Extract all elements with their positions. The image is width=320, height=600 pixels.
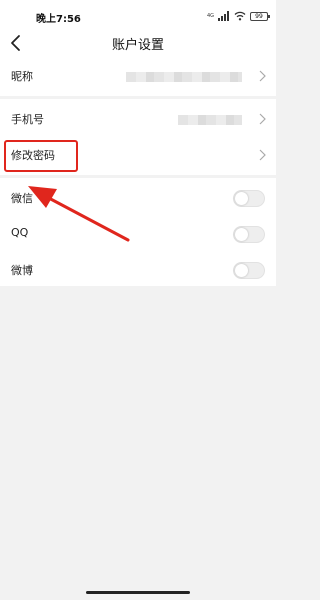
toggle-knob <box>235 192 248 205</box>
wechat-row: 微信 <box>0 178 276 218</box>
qq-label: QQ <box>11 226 29 239</box>
home-indicator <box>86 591 190 594</box>
weibo-row: 微博 <box>0 250 276 290</box>
wechat-label: 微信 <box>11 192 33 205</box>
weibo-toggle[interactable] <box>233 262 265 279</box>
chevron-right-icon <box>259 113 266 125</box>
chevron-right-icon <box>259 149 266 161</box>
nickname-value-blurred <box>126 72 242 82</box>
toggle-knob <box>235 264 248 277</box>
highlight-box <box>4 140 78 172</box>
status-time: 晚上7:56 <box>36 14 81 25</box>
qq-row: QQ <box>0 214 276 254</box>
chevron-right-icon <box>259 70 266 82</box>
nickname-group: 昵称 <box>0 56 276 96</box>
phone-label: 手机号 <box>11 113 44 126</box>
header: 账户设置 <box>0 30 276 56</box>
wifi-icon <box>234 11 246 21</box>
status-bar: 晚上7:56 4G 99 <box>0 0 276 30</box>
nickname-label: 昵称 <box>11 70 33 83</box>
weibo-label: 微博 <box>11 264 33 277</box>
nickname-row[interactable]: 昵称 <box>0 56 276 96</box>
toggle-knob <box>235 228 248 241</box>
network-label: 4G <box>206 12 214 19</box>
social-group: 微信 QQ 微博 <box>0 178 276 286</box>
phone-row[interactable]: 手机号 <box>0 99 276 139</box>
page-title: 账户设置 <box>111 38 164 53</box>
wechat-toggle[interactable] <box>233 190 265 207</box>
qq-toggle[interactable] <box>233 226 265 243</box>
battery-icon: 99 <box>250 11 270 21</box>
phone-value-blurred <box>178 115 242 125</box>
status-icons: 4G 99 <box>206 10 270 22</box>
signal-icon <box>218 11 229 21</box>
